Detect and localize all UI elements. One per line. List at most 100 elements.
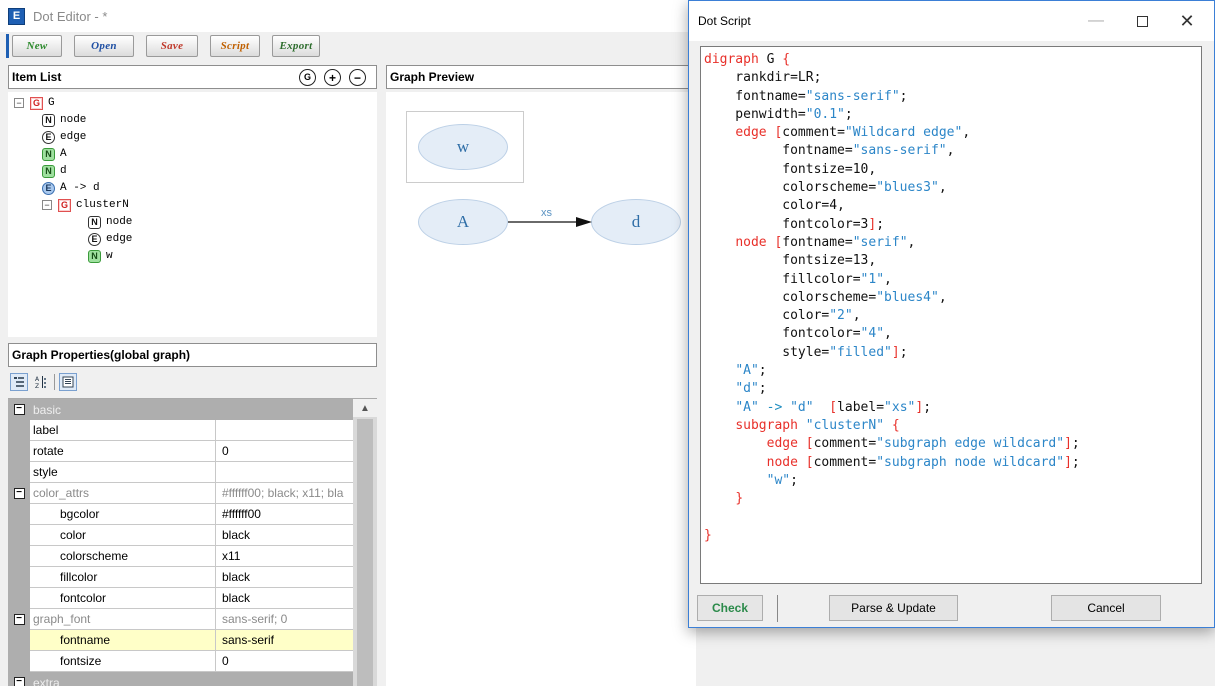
property-value[interactable]: 0: [216, 441, 353, 462]
button-separator: [777, 595, 778, 622]
tree-item-node-d[interactable]: N d: [42, 163, 67, 179]
property-value[interactable]: #ffffff00: [216, 504, 353, 525]
tree-item-cluster-edge-wildcard[interactable]: E edge: [88, 231, 132, 247]
property-name: style: [30, 462, 216, 483]
property-value[interactable]: x11: [216, 546, 353, 567]
code-token: "d": [790, 399, 814, 415]
collapse-icon[interactable]: −: [13, 488, 25, 499]
property-row[interactable]: colorscheme x11: [8, 546, 353, 567]
collapse-icon[interactable]: −: [13, 614, 25, 625]
graph-badge-icon: G: [58, 198, 71, 212]
export-button[interactable]: Export: [272, 35, 320, 57]
tree-item-edge-a-d[interactable]: E A -> d: [42, 180, 100, 196]
property-value[interactable]: sans-serif; 0: [216, 609, 353, 630]
property-row[interactable]: fontsize 0: [8, 651, 353, 672]
collapse-toggle-icon[interactable]: −: [42, 200, 52, 210]
graph-node-d: d: [591, 199, 681, 245]
property-value[interactable]: black: [216, 567, 353, 588]
property-row[interactable]: bgcolor #ffffff00: [8, 504, 353, 525]
code-line: edge [comment="subgraph edge wildcard"];: [704, 435, 1201, 453]
tree-item-cluster-node-wildcard[interactable]: N node: [88, 214, 132, 230]
code-line: digraph G {: [704, 51, 1201, 69]
collapse-icon[interactable]: −: [13, 677, 25, 686]
property-value[interactable]: sans-serif: [216, 630, 353, 651]
property-name: label: [30, 420, 216, 441]
edge-badge-icon: E: [42, 130, 55, 144]
collapse-icon[interactable]: −: [13, 404, 25, 415]
code-line: fontsize=13,: [704, 252, 1201, 270]
code-token: fillcolor=: [704, 271, 861, 287]
categorized-view-icon[interactable]: [10, 373, 28, 391]
group-row-graph-font[interactable]: − graph_font sans-serif; 0: [8, 609, 353, 630]
app-icon: E: [8, 7, 25, 25]
scroll-up-arrow-icon[interactable]: ▲: [353, 399, 377, 417]
property-value[interactable]: [216, 462, 353, 483]
property-row[interactable]: fontcolor black: [8, 588, 353, 609]
code-token: digraph: [704, 52, 759, 67]
node-badge-icon: N: [42, 147, 55, 161]
code-token: G: [758, 52, 783, 67]
code-token: "serif": [852, 234, 908, 250]
code-token: "4": [860, 326, 885, 342]
minimize-icon[interactable]: —: [1074, 1, 1118, 41]
remove-item-icon[interactable]: −: [349, 69, 366, 86]
property-name: fontcolor: [30, 588, 216, 609]
property-row-selected[interactable]: fontname sans-serif: [8, 630, 353, 651]
collapse-toggle-icon[interactable]: −: [14, 98, 24, 108]
sort-alphabetical-icon[interactable]: AZ: [32, 373, 50, 391]
save-button[interactable]: Save: [146, 35, 198, 57]
property-value[interactable]: #ffffff00; black; x11; bla: [216, 483, 353, 504]
code-token: comment=: [813, 436, 877, 452]
edge-badge-icon: E: [42, 181, 55, 195]
new-button[interactable]: New: [12, 35, 62, 57]
code-line: subgraph "clusterN" {: [704, 417, 1201, 435]
cancel-button[interactable]: Cancel: [1051, 595, 1161, 621]
code-token: ,: [907, 234, 916, 250]
graph-node-a: A: [418, 199, 508, 245]
check-button[interactable]: Check: [697, 595, 763, 621]
tree-item-node-a[interactable]: N A: [42, 146, 67, 162]
code-token: node [: [766, 454, 814, 470]
property-row[interactable]: style: [8, 462, 353, 483]
dialog-button-bar: Check Parse & Update Cancel: [689, 589, 1215, 627]
code-token: ->: [758, 399, 791, 415]
dot-script-editor[interactable]: digraph G { rankdir=LR; fontname="sans-s…: [700, 46, 1202, 584]
code-token: ,: [962, 125, 971, 141]
tree-item-graph-g[interactable]: − G G: [14, 95, 55, 111]
property-name: fillcolor: [30, 567, 216, 588]
code-line: edge [comment="Wildcard edge",: [704, 124, 1201, 142]
tree-item-node-wildcard[interactable]: N node: [42, 112, 86, 128]
property-value[interactable]: [216, 420, 353, 441]
tree-item-node-w[interactable]: N w: [88, 248, 113, 264]
code-line: fontcolor=3];: [704, 216, 1201, 234]
property-row[interactable]: color black: [8, 525, 353, 546]
property-value[interactable]: black: [216, 588, 353, 609]
property-grid-scrollbar[interactable]: ▲: [353, 399, 377, 686]
scrollbar-thumb[interactable]: [357, 419, 373, 686]
tree-item-subgraph-clustern[interactable]: − G clusterN: [42, 197, 129, 213]
category-row-extra[interactable]: − extra: [8, 672, 353, 686]
open-button[interactable]: Open: [74, 35, 134, 57]
code-token: }: [704, 527, 712, 543]
code-token: ]: [1064, 454, 1072, 470]
close-icon[interactable]: ✕: [1165, 1, 1209, 41]
property-value[interactable]: 0: [216, 651, 353, 672]
category-row-basic[interactable]: − basic: [8, 399, 353, 420]
property-name: rotate: [30, 441, 216, 462]
parse-update-button[interactable]: Parse & Update: [829, 595, 958, 621]
property-value[interactable]: black: [216, 525, 353, 546]
add-item-icon[interactable]: +: [324, 69, 341, 86]
maximize-icon[interactable]: [1120, 1, 1164, 41]
add-graph-icon[interactable]: G: [299, 69, 316, 86]
node-badge-icon: N: [88, 249, 101, 263]
script-button[interactable]: Script: [210, 35, 260, 57]
property-row[interactable]: fillcolor black: [8, 567, 353, 588]
tree-item-edge-wildcard[interactable]: E edge: [42, 129, 86, 145]
property-pages-icon[interactable]: [59, 373, 77, 391]
property-name: fontname: [30, 630, 216, 651]
group-row-color-attrs[interactable]: − color_attrs #ffffff00; black; x11; bla: [8, 483, 353, 504]
property-row[interactable]: label: [8, 420, 353, 441]
property-row[interactable]: rotate 0: [8, 441, 353, 462]
